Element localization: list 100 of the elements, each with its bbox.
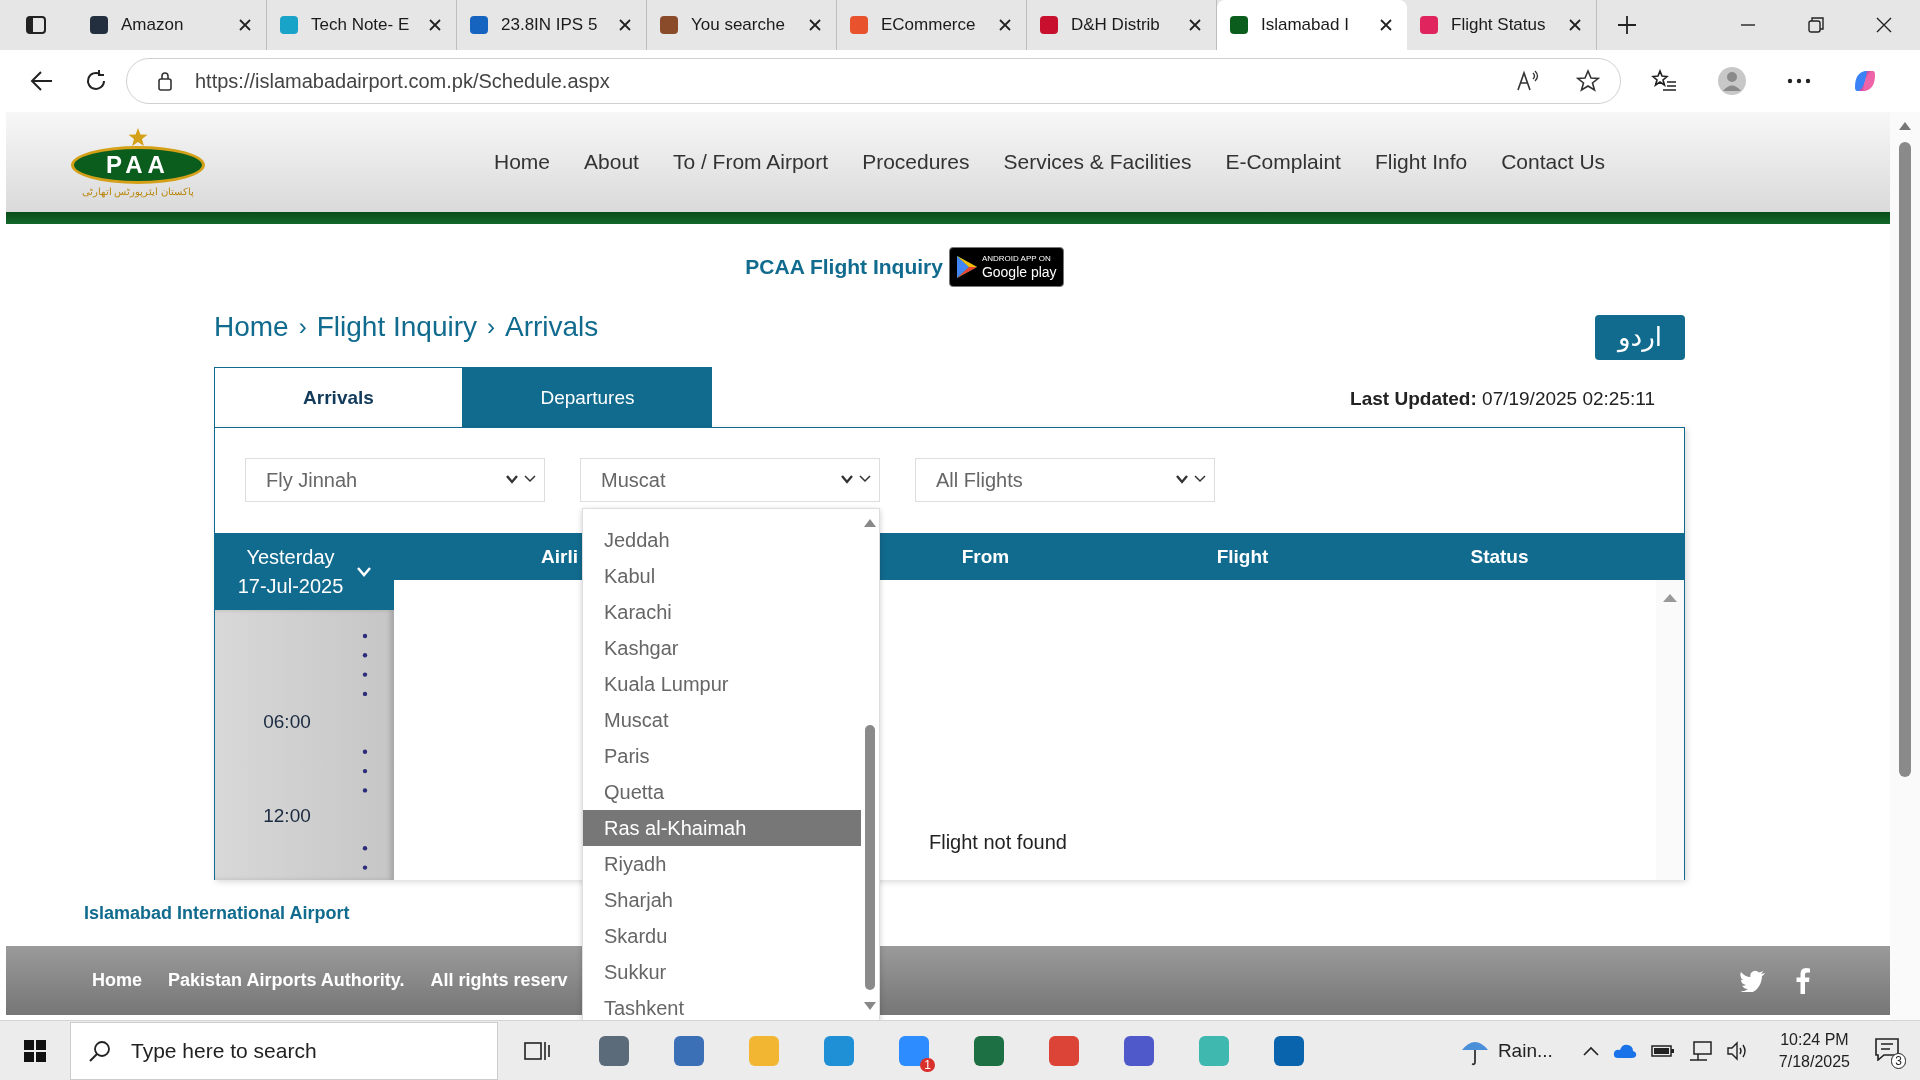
breadcrumb-link[interactable]: Flight Inquiry — [316, 311, 477, 343]
scrollbar[interactable] — [1890, 112, 1920, 1020]
column-header: Flight — [1215, 545, 1270, 568]
cloud-icon[interactable] — [1612, 1042, 1637, 1059]
dropdown-option[interactable]: Sukkur — [583, 954, 861, 990]
breadcrumb-link[interactable]: Arrivals — [505, 311, 599, 343]
scroll-up-icon[interactable] — [1663, 594, 1677, 602]
breadcrumb-separator: › — [487, 313, 495, 341]
tab-title: Amazon — [121, 15, 185, 35]
dropdown-select[interactable]: Fly Jinnah — [245, 458, 545, 502]
read-aloud-icon[interactable] — [1516, 70, 1540, 92]
nav-link[interactable]: Flight Info — [1374, 150, 1468, 174]
star-icon[interactable] — [1576, 69, 1600, 93]
search-field[interactable]: Type here to search — [70, 1021, 498, 1080]
weather-text[interactable]: Rain... — [1497, 1039, 1553, 1062]
restore-icon[interactable] — [1808, 17, 1824, 33]
chevron-up-icon[interactable] — [1582, 1045, 1599, 1056]
footer-link[interactable]: Home — [92, 970, 142, 991]
url-text: https://islamabadairport.com.pk/Schedule.aspx — [195, 69, 610, 93]
language-button[interactable]: اردو — [1595, 314, 1685, 360]
app-icon[interactable] — [1271, 1033, 1306, 1068]
app-icon[interactable] — [896, 1033, 931, 1068]
footer-link[interactable]: All rights reserv — [430, 970, 568, 991]
scroll-down-icon[interactable] — [864, 1002, 876, 1010]
dropdown-option[interactable]: Ras al-Khaimah — [583, 810, 861, 846]
date-label: 17-Jul-2025 — [237, 573, 344, 599]
column-header: Status — [1469, 545, 1530, 568]
dropdown-option[interactable]: Tashkent — [583, 990, 861, 1020]
app-icon[interactable] — [671, 1033, 706, 1068]
close-icon[interactable] — [808, 18, 822, 32]
nav-link[interactable]: To / From Airport — [672, 150, 829, 174]
time-label: 06:00 — [262, 710, 312, 734]
app-icon[interactable] — [821, 1033, 856, 1068]
back-icon[interactable] — [30, 69, 54, 93]
nav-link[interactable]: Home — [494, 150, 551, 174]
scroll-up-icon[interactable] — [864, 519, 876, 527]
double-chevron-icon — [841, 474, 871, 486]
scrollbar[interactable] — [1656, 580, 1684, 880]
dropdown-option[interactable]: Kashgar — [583, 630, 861, 666]
dropdown-option[interactable]: Kabul — [583, 558, 861, 594]
app-icon[interactable] — [971, 1033, 1006, 1068]
battery-icon[interactable] — [1650, 1043, 1675, 1058]
tab-actions-icon[interactable] — [25, 14, 47, 36]
dropdown-option[interactable]: Kuala Lumpur — [583, 666, 861, 702]
logo-mark[interactable]: PAA — [71, 145, 205, 184]
dropdown-select[interactable]: Muscat — [580, 458, 880, 502]
badge-caption: ANDROID APP ON — [981, 255, 1052, 263]
nav-link[interactable]: Procedures — [862, 150, 970, 174]
dropdown-option[interactable]: Riyadh — [583, 846, 861, 882]
twitter-icon[interactable] — [1740, 969, 1766, 992]
facebook-icon[interactable] — [1796, 967, 1810, 994]
nav-link[interactable]: E-Complaint — [1225, 150, 1341, 174]
volume-icon[interactable] — [1726, 1040, 1749, 1061]
scrollbar-thumb[interactable] — [865, 725, 875, 990]
dropdown-select[interactable]: All Flights — [915, 458, 1215, 502]
close-icon[interactable] — [1379, 18, 1393, 32]
close-icon[interactable] — [618, 18, 632, 32]
dropdown-option[interactable]: Paris — [583, 738, 861, 774]
view-tab[interactable]: Departures — [463, 367, 712, 427]
lock-icon — [157, 71, 173, 91]
tab-title: Islamabad I — [1261, 15, 1350, 35]
dropdown-option[interactable]: Quetta — [583, 774, 861, 810]
close-icon[interactable] — [428, 18, 442, 32]
close-icon[interactable] — [238, 18, 252, 32]
column-header: From — [960, 545, 1011, 568]
date-picker[interactable]: Yesterday 17-Jul-2025 — [215, 533, 394, 610]
breadcrumb-link[interactable]: Home — [214, 311, 289, 343]
close-icon[interactable] — [1568, 18, 1582, 32]
app-link[interactable]: PCAA Flight Inquiry — [745, 255, 943, 279]
more-icon[interactable] — [1787, 78, 1811, 84]
reload-icon[interactable] — [84, 69, 108, 93]
close-icon[interactable] — [998, 18, 1012, 32]
profile-icon[interactable] — [1717, 66, 1747, 96]
nav-link[interactable]: Contact Us — [1501, 150, 1606, 174]
windows-icon[interactable] — [24, 1039, 46, 1062]
new-tab-icon[interactable] — [1617, 15, 1637, 35]
store-badge[interactable]: ANDROID APP ON Google play — [948, 247, 1064, 287]
dropdown-option[interactable]: Jeddah — [583, 522, 861, 558]
clock[interactable]: 10:24 PM 7/18/2025 — [1778, 1028, 1850, 1073]
dropdown-option[interactable]: Sharjah — [583, 882, 861, 918]
app-icon[interactable] — [1121, 1033, 1156, 1068]
network-icon[interactable] — [1688, 1040, 1713, 1061]
footer-link[interactable]: Pakistan Airports Authority. — [168, 970, 405, 991]
favorites-icon[interactable] — [1651, 69, 1677, 93]
nav-link[interactable]: About — [584, 150, 639, 174]
browser-tab[interactable]: Islamabad I — [1217, 0, 1407, 50]
dropdown-option[interactable]: Muscat — [583, 702, 861, 738]
app-icon[interactable] — [1046, 1033, 1081, 1068]
close-icon[interactable] — [1188, 18, 1202, 32]
dropdown-option[interactable]: Skardu — [583, 918, 861, 954]
close-icon[interactable] — [1876, 17, 1892, 33]
scroll-up-icon[interactable] — [1899, 122, 1911, 130]
airport-name: Islamabad International Airport — [84, 902, 350, 924]
task-view-icon[interactable] — [524, 1039, 550, 1062]
app-icon[interactable] — [596, 1033, 631, 1068]
nav-link[interactable]: Services & Facilities — [1003, 150, 1192, 174]
dropdown-option[interactable]: Karachi — [583, 594, 861, 630]
view-tab[interactable]: Arrivals — [214, 367, 463, 427]
scrollbar-thumb[interactable] — [1899, 142, 1911, 777]
time-label: 12:00 — [262, 804, 312, 828]
